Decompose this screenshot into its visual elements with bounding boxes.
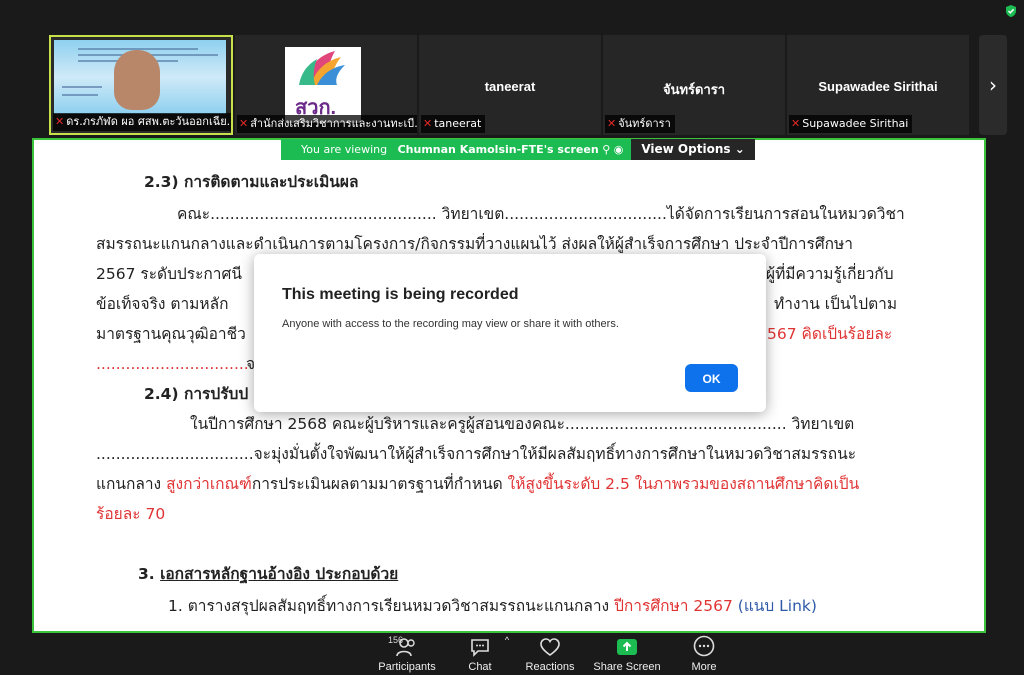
doc-text-line: 567 คิดเป็นร้อยละ: [767, 325, 893, 343]
doc-text-line: 2567 ระดับประกาศนี: [96, 265, 242, 283]
participant-tile-1[interactable]: ✕ ดร.ภรภัฬด ผอ ศสพ.ตะวันออกเฉีย...: [49, 35, 233, 135]
window-top-bar: [0, 0, 1024, 34]
participant-display-name: taneerat: [484, 79, 536, 94]
participant-tile-5[interactable]: Supawadee Sirithai ✕ Supawadee Sirithai: [787, 35, 969, 135]
mic-muted-icon: ✕: [791, 117, 801, 130]
chevron-down-icon: ⌄: [734, 142, 745, 156]
doc-text-line: แกนกลาง สูงกว่าเกณฑ์การประเมินผลตามมาตรฐ…: [96, 475, 860, 493]
more-button[interactable]: More: [684, 633, 724, 673]
section-heading-3: 3. เอกสารหลักฐานอ้างอิง ประกอบด้วย: [138, 565, 399, 583]
presenter-status-icon: ⚲ ◉: [602, 143, 624, 156]
participant-name-label: ✕ ดร.ภรภัฬด ผอ ศสพ.ตะวันออกเฉีย...: [53, 113, 231, 131]
reactions-button[interactable]: Reactions: [522, 633, 578, 673]
more-dots-icon: [693, 635, 715, 657]
doc-text-line: ผู้ที่มีความรู้เกี่ยวกับ: [766, 265, 894, 283]
book-logo-icon: [299, 51, 345, 85]
doc-text-line: ร้อยละ 70: [96, 505, 166, 523]
chat-icon: [471, 639, 489, 657]
meeting-toolbar: 156 Participants Chat ^ Reactions Share …: [0, 633, 1024, 675]
section-heading-2-4: 2.4) การปรับป: [144, 385, 249, 403]
ok-button[interactable]: OK: [685, 364, 738, 392]
doc-text-line: คณะ.....................................…: [177, 205, 905, 223]
next-participants-button[interactable]: ›: [979, 35, 1007, 135]
dialog-title: This meeting is being recorded: [282, 286, 519, 303]
view-options-button[interactable]: View Options ⌄: [631, 139, 755, 160]
participant-tile-2[interactable]: สวก. ✕ สำนักส่งเสริมวิชาการและงานทะเบี...: [235, 35, 417, 135]
participant-display-name: Supawadee Sirithai: [818, 79, 938, 94]
mic-muted-icon: ✕: [239, 117, 249, 130]
participants-button[interactable]: 156 Participants: [372, 633, 442, 673]
heart-icon: [540, 638, 560, 656]
doc-text-line: ...............................: [96, 355, 249, 373]
mic-muted-icon: ✕: [607, 117, 617, 130]
chat-options-caret[interactable]: ^: [500, 635, 514, 645]
section-heading-2-3: 2.3) การติดตามและประเมินผล: [144, 173, 359, 191]
chevron-right-icon: ›: [989, 73, 997, 97]
participant-tile-3[interactable]: taneerat ✕ taneerat: [419, 35, 601, 135]
participant-video-face: [114, 50, 160, 110]
chat-button[interactable]: Chat: [460, 633, 500, 673]
doc-text-line: ในปีการศึกษา 2568 คณะผู้บริหารและครูผู้ส…: [190, 415, 855, 433]
doc-text-line: ข้อเท็จจริง ตามหลัก: [96, 295, 229, 313]
meeting-poster-thumbnail: [54, 40, 226, 114]
attachment-link[interactable]: (แนบ Link): [733, 597, 817, 615]
dialog-message: Anyone with access to the recording may …: [282, 318, 619, 330]
presenter-name: Chumnan Kamolsin-FTE's screen: [397, 143, 599, 156]
doc-text-line: สมรรถนะแกนกลางและดำเนินการตามโครงการ/กิจ…: [96, 235, 853, 253]
chevron-up-icon: ^: [504, 635, 510, 645]
participant-name-label: ✕ taneerat: [421, 115, 486, 133]
participant-display-name: จันทร์ดารา: [662, 82, 726, 97]
shield-check-icon: [1006, 5, 1016, 17]
doc-text-line: ทำงาน เป็นไปตาม: [774, 295, 898, 313]
viewing-indicator: You are viewing Chumnan Kamolsin-FTE's s…: [281, 139, 632, 160]
participant-name-label: ✕ สำนักส่งเสริมวิชาการและงานทะเบี...: [237, 115, 417, 133]
participant-video-strip: ✕ ดร.ภรภัฬด ผอ ศสพ.ตะวันออกเฉีย... สวก. ✕…: [0, 34, 1024, 138]
organization-logo: สวก.: [285, 47, 361, 123]
participant-name-label: ✕ จันทร์ดารา: [605, 115, 675, 133]
participant-tile-4[interactable]: จันทร์ดารา ✕ จันทร์ดารา: [603, 35, 785, 135]
doc-text-line: มาตรฐานคุณวุฒิอาชีว: [96, 325, 246, 343]
share-screen-button[interactable]: Share Screen: [592, 633, 662, 673]
participants-count: 156: [388, 635, 404, 645]
participant-name-label: ✕ Supawadee Sirithai: [789, 115, 913, 133]
doc-list-item: 1. ตารางสรุปผลสัมฤทธิ์ทางการเรียนหมวดวิช…: [168, 597, 817, 615]
mic-muted-icon: ✕: [423, 117, 433, 130]
share-screen-icon: [617, 639, 637, 655]
recording-notice-dialog: This meeting is being recorded Anyone wi…: [254, 254, 766, 412]
doc-text-line: ................................จะมุ่งมั…: [96, 445, 857, 463]
view-options-bar: You are viewing Chumnan Kamolsin-FTE's s…: [281, 139, 755, 160]
mic-muted-icon: ✕: [55, 115, 65, 128]
